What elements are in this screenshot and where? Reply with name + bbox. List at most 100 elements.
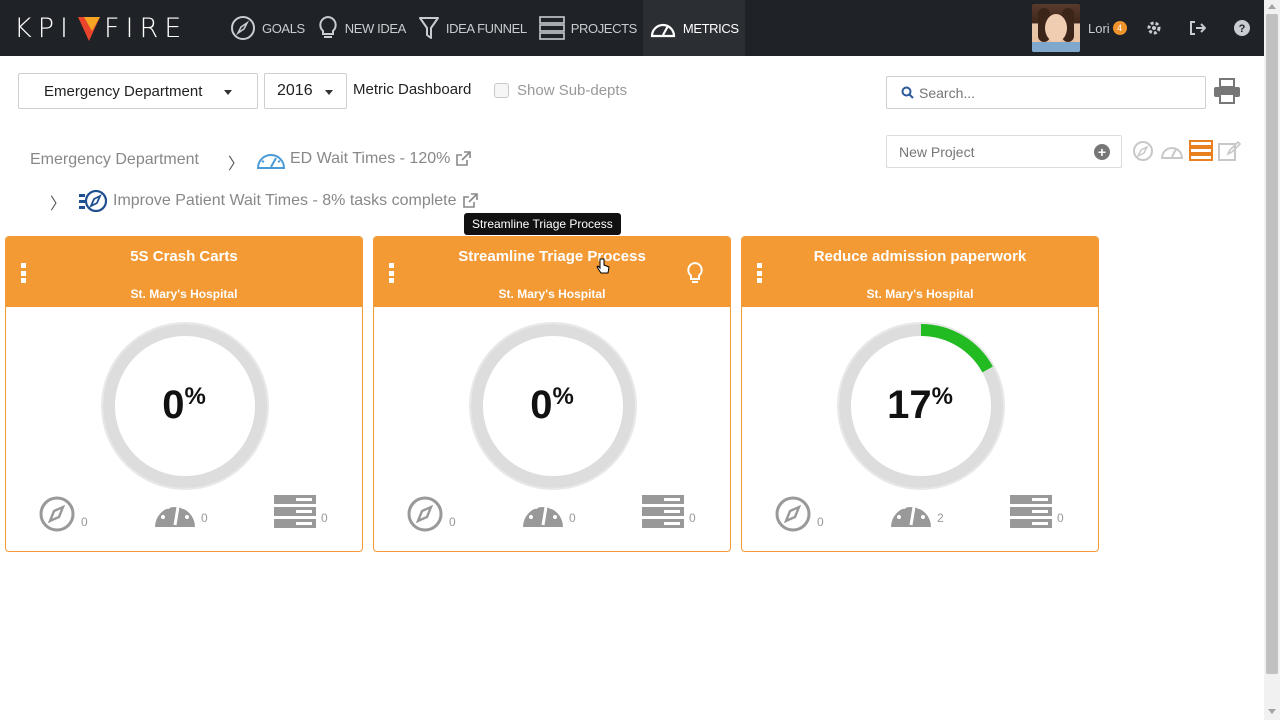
nav-projects-label: PROJECTS [570,20,638,36]
chevron-right-icon: 〉 [228,156,245,173]
projects-view-icon[interactable] [1189,140,1213,162]
new-project-input[interactable] [899,143,1089,160]
metrics-view-icon[interactable] [1160,140,1184,162]
breadcrumb-goal[interactable]: Improve Patient Wait Times - 8% tasks co… [78,189,478,213]
chevron-right-icon[interactable]: 〉 [50,190,66,214]
nav-idea-funnel-label: IDEA FUNNEL [445,20,527,36]
percent-complete: 17% [887,383,953,427]
show-subdepts-toggle[interactable]: Show Sub-depts [494,82,627,99]
breadcrumb-metric[interactable]: ED Wait Times - 120% [255,148,472,170]
speedometer-icon [256,154,286,169]
project-card[interactable]: 5S Crash Carts St. Mary's Hospital 0% 0 … [5,236,363,552]
metrics-count-value: 0 [569,511,576,525]
metrics-count[interactable]: 0 [154,495,208,529]
year-dropdown-value: 2016 [277,82,313,99]
metrics-count[interactable]: 2 [890,495,944,529]
compass-icon [775,496,811,532]
nav-metrics-label: METRICS [682,20,739,36]
main-nav: GOALS NEW IDEA IDEA FUNNEL PROJECTS METR… [224,0,745,56]
nav-goals[interactable]: GOALS [224,0,311,56]
nav-goals-label: GOALS [262,20,305,36]
card-subtitle: St. Mary's Hospital [498,287,606,301]
breadcrumb-metric-label: ED Wait Times - 120% [290,150,451,167]
card-title[interactable]: 5S Crash Carts [46,246,322,267]
chevron-down-icon [224,90,232,95]
search-input[interactable] [919,84,1189,101]
project-card[interactable]: Reduce admission paperwork St. Mary's Ho… [741,236,1099,552]
projects-count[interactable]: 0 [274,495,328,529]
nav-projects[interactable]: PROJECTS [533,0,643,56]
scroll-up-arrow[interactable] [1268,4,1276,9]
card-header[interactable]: 5S Crash Carts St. Mary's Hospital [6,237,362,307]
card-subtitle: St. Mary's Hospital [866,287,974,301]
gear-icon[interactable] [1145,19,1163,37]
tooltip: Streamline Triage Process [464,213,621,235]
search-box [886,76,1206,109]
flame-icon [77,17,100,41]
vertical-scrollbar[interactable] [1264,0,1280,720]
projects-count[interactable]: 0 [1010,495,1064,529]
logout-icon[interactable] [1188,19,1206,37]
card-menu-icon[interactable] [21,263,26,283]
projects-icon [1010,495,1052,528]
speedometer-icon [155,505,195,527]
card-subtitle: St. Mary's Hospital [130,287,238,301]
speedometer-icon [891,505,931,527]
edit-icon[interactable] [1218,140,1242,162]
goals-count[interactable]: 0 [406,495,456,533]
projects-count-value: 0 [1057,511,1064,525]
goals-count-value: 0 [449,515,456,529]
percent-complete: 0% [162,383,206,427]
add-project-icon[interactable]: + [1094,144,1110,160]
projects-icon [642,495,684,528]
new-project-box: + [886,135,1122,168]
nav-metrics[interactable]: METRICS [642,0,745,56]
scroll-down-arrow[interactable] [1268,709,1276,714]
department-dropdown-value: Emergency Department [44,82,203,100]
notification-badge: 4 [1112,21,1127,35]
show-subdepts-checkbox[interactable] [494,83,509,98]
nav-idea-funnel[interactable]: IDEA FUNNEL [412,0,533,56]
goals-count[interactable]: 0 [38,495,88,533]
external-link-icon[interactable] [462,193,478,209]
card-title[interactable]: Reduce admission paperwork [782,246,1058,267]
speedometer-icon [650,23,675,38]
user-menu[interactable]: Lori 4 [1032,4,1127,52]
projects-count[interactable]: 0 [642,495,696,529]
goals-count-value: 0 [81,515,88,529]
chevron-down-icon [325,90,333,95]
goals-view-icon[interactable] [1131,140,1155,162]
lightbulb-icon [319,15,337,38]
card-menu-icon[interactable] [757,263,762,283]
card-header[interactable]: Reduce admission paperwork St. Mary's Ho… [742,237,1098,307]
show-subdepts-label: Show Sub-depts [517,82,628,99]
card-title[interactable]: Streamline Triage Process [414,246,690,267]
percent-value: 17 [887,383,932,427]
percent-complete: 0% [530,383,574,427]
breadcrumb-department[interactable]: Emergency Department [30,151,199,169]
compass-icon [407,496,443,532]
projects-icon [274,495,316,528]
svg-text:?: ? [1239,23,1246,35]
goals-count[interactable]: 0 [774,495,824,533]
page-title: Metric Dashboard [353,81,472,98]
breadcrumb-goal-label: Improve Patient Wait Times - 8% tasks co… [113,192,457,209]
percent-value: 0 [162,383,185,427]
external-link-icon[interactable] [455,151,472,167]
project-card[interactable]: Streamline Triage Process St. Mary's Hos… [373,236,731,552]
card-menu-icon[interactable] [389,263,394,283]
projects-count-value: 0 [321,511,328,525]
lightbulb-icon[interactable] [686,261,704,285]
card-header[interactable]: Streamline Triage Process St. Mary's Hos… [374,237,730,307]
hand-cursor-icon [596,258,610,274]
scroll-thumb[interactable] [1266,14,1278,674]
nav-new-idea[interactable]: NEW IDEA [311,0,412,56]
department-dropdown[interactable]: Emergency Department [18,73,258,109]
percent-value: 0 [530,383,553,427]
print-icon[interactable] [1213,78,1241,104]
help-icon[interactable]: ? [1233,19,1251,37]
metrics-count[interactable]: 0 [522,495,576,529]
year-dropdown[interactable]: 2016 [264,73,347,109]
projects-icon [538,16,565,40]
kpifire-logo[interactable]: KPI FIRE [14,13,187,44]
